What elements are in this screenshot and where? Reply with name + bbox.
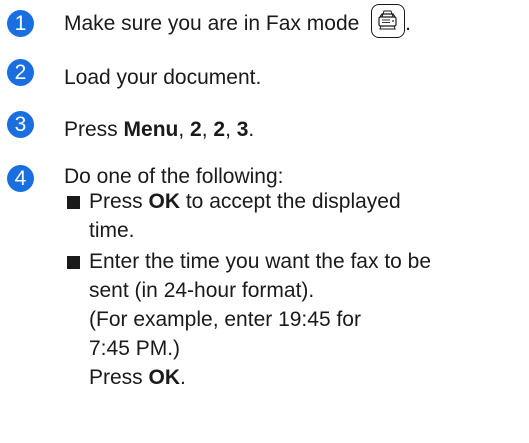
separator: , <box>201 118 214 141</box>
step-3-suffix: . <box>248 118 255 141</box>
option-line: (For example, enter 19:45 for <box>89 308 361 331</box>
key-2: 2 <box>213 118 226 141</box>
option-line: time. <box>89 219 135 242</box>
option-text: Press <box>89 190 149 213</box>
bullet-square-icon <box>67 196 80 209</box>
option-line: Press OK. <box>89 363 524 392</box>
step-text: Make sure you are in Fax mode . <box>64 4 411 39</box>
option-line: Enter the time you want the fax to be <box>89 250 432 273</box>
option-line: 7:45 PM.) <box>89 337 181 360</box>
step-number-badge: 2 <box>7 59 34 86</box>
step-text: Load your document. <box>64 66 262 89</box>
option-text: to accept the displayed <box>180 190 401 213</box>
ok-key: OK <box>148 366 181 389</box>
option-list: Press OK to accept the displayed time. E… <box>64 187 524 392</box>
step-1-text: Make sure you are in Fax mode <box>64 12 360 35</box>
step-3-prefix: Press <box>64 118 124 141</box>
ok-key: OK <box>148 190 181 213</box>
step-number-badge: 4 <box>7 165 34 192</box>
bullet-square-icon <box>67 256 80 269</box>
fax-mode-icon <box>371 4 406 39</box>
option-item: Press OK to accept the displayed time. <box>64 187 524 245</box>
step-number-badge: 1 <box>7 10 34 37</box>
option-line: Press OK to accept the displayed <box>89 187 524 216</box>
step-number-badge: 3 <box>7 111 34 138</box>
fax-machine-icon <box>378 10 397 30</box>
step-text: Press Menu, 2, 2, 3. <box>64 115 254 145</box>
separator: , <box>225 118 237 141</box>
key-3: 3 <box>236 118 249 141</box>
option-text: . <box>180 366 186 389</box>
step-1-period: . <box>405 12 411 35</box>
option-line: sent (in 24-hour format). <box>89 279 315 302</box>
separator: , <box>178 118 191 141</box>
option-item: Enter the time you want the fax to be se… <box>64 247 524 392</box>
key-2: 2 <box>190 118 202 141</box>
menu-key: Menu <box>123 118 179 141</box>
option-text: Press <box>89 366 149 389</box>
